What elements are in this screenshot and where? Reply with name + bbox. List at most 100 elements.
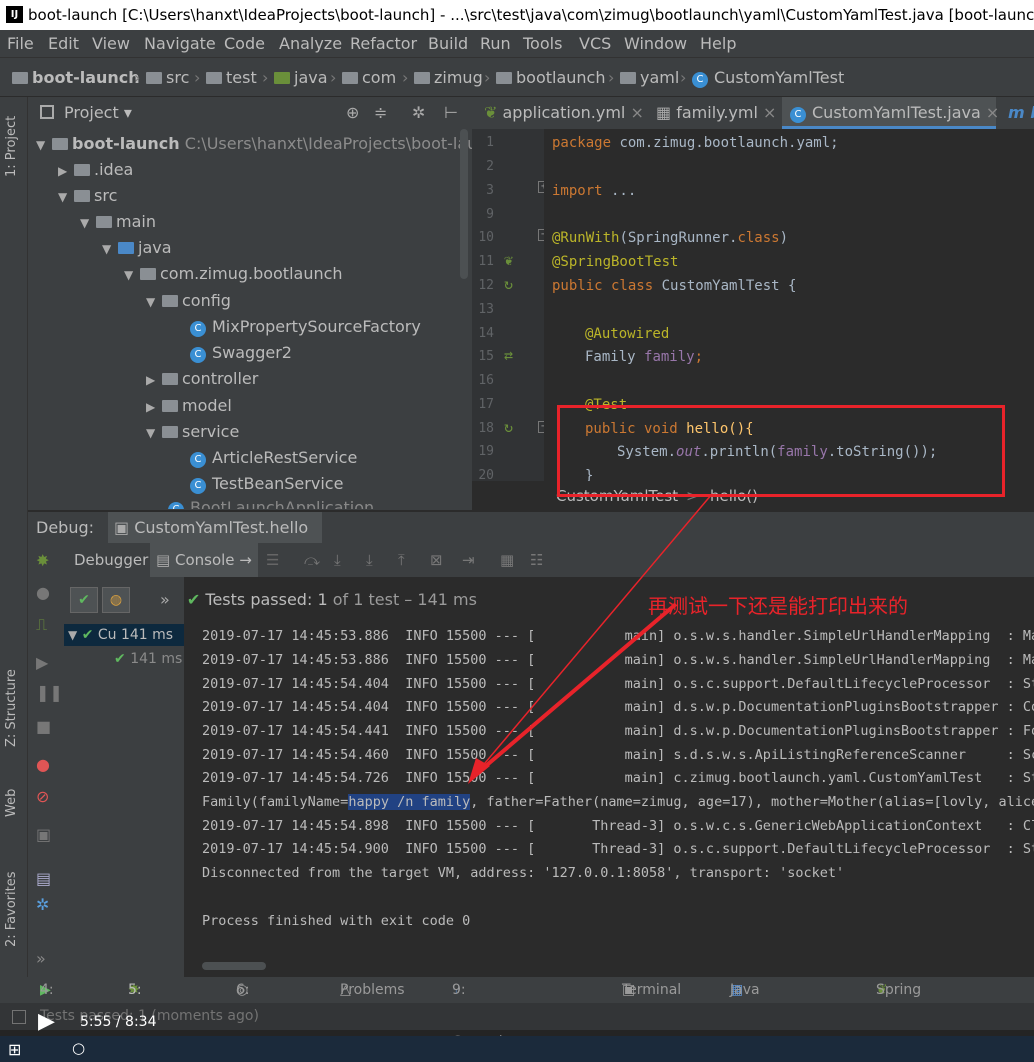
tree-item-label: MixPropertySourceFactory: [212, 317, 421, 336]
code-token: ...: [602, 183, 637, 199]
settings-icon[interactable]: ✲: [36, 895, 56, 915]
tree-item-config[interactable]: ▼ config: [146, 288, 231, 314]
gear-icon[interactable]: ✲: [412, 97, 425, 129]
crumb-test[interactable]: test: [206, 58, 257, 98]
crumb-src[interactable]: src: [146, 58, 189, 98]
modify-config-icon[interactable]: ●: [36, 583, 56, 603]
step-over-icon[interactable]: ⤼: [304, 543, 320, 577]
play-icon[interactable]: ▶: [38, 1009, 55, 1034]
code-token: @Autowired: [585, 326, 670, 342]
menu-run[interactable]: Run: [480, 30, 511, 57]
tree-item-swagger2[interactable]: C Swagger2: [190, 340, 292, 366]
test-node-root[interactable]: ▼ ✔ Cu 141 ms: [64, 624, 184, 646]
tab-console[interactable]: ▤ Console →: [150, 543, 258, 577]
run-test-icon[interactable]: ↻: [504, 275, 513, 293]
menu-vcs[interactable]: VCS: [579, 30, 611, 57]
console-icon: ▤: [156, 551, 171, 569]
crumb-class[interactable]: C CustomYamlTest: [692, 58, 844, 98]
debug-session-tab[interactable]: ▣ CustomYamlTest.hello ×: [108, 512, 322, 569]
tree-item-controller[interactable]: ▶ controller: [146, 366, 258, 392]
close-icon[interactable]: ×: [630, 103, 643, 122]
tree-item-testbeanservice[interactable]: C TestBeanService: [190, 471, 343, 497]
crumb-zimug[interactable]: zimug: [414, 58, 483, 98]
step-out-icon[interactable]: ⤒: [398, 543, 405, 577]
tab-more[interactable]: m b: [1000, 97, 1034, 129]
more-icon[interactable]: »: [36, 949, 56, 969]
tree-item-articlerestservice[interactable]: C ArticleRestService: [190, 445, 357, 471]
layout-icon[interactable]: ▤: [36, 869, 56, 889]
menu-edit[interactable]: Edit: [48, 30, 79, 57]
tree-item-src[interactable]: ▼ src: [58, 183, 117, 209]
code-token: @SpringBootTest: [552, 254, 679, 270]
tree-item-model[interactable]: ▶ model: [146, 393, 232, 419]
step-into-icon[interactable]: ⤓: [334, 543, 341, 577]
debug-session-label: CustomYamlTest.hello: [134, 518, 309, 537]
hide-panel-icon[interactable]: ⊢: [444, 97, 458, 129]
search-icon[interactable]: ○: [72, 1039, 85, 1057]
view-breakpoints-icon[interactable]: ●: [36, 755, 56, 775]
spring-bean-icon[interactable]: ❦: [504, 251, 513, 269]
restore-layout-icon[interactable]: ⎍: [36, 615, 56, 635]
tab-application-yml[interactable]: ❦ application.yml ×: [476, 97, 644, 129]
collapse-all-icon[interactable]: ≑: [374, 97, 387, 129]
show-passed-icon[interactable]: ✔: [70, 587, 98, 613]
class-icon: C: [168, 502, 184, 509]
resume-icon[interactable]: ▶: [36, 653, 56, 673]
code-token: class: [737, 230, 780, 246]
test-node-child[interactable]: ✔ 141 ms: [114, 648, 182, 670]
menu-refactor[interactable]: Refactor: [350, 30, 417, 57]
crumb-separator: ›: [608, 68, 615, 87]
mute-breakpoints-icon[interactable]: ⊘: [36, 787, 56, 807]
tab-debugger[interactable]: Debugger: [74, 543, 148, 577]
force-step-into-icon[interactable]: ⤓: [366, 543, 373, 577]
project-view-selector[interactable]: Project ▾: [64, 97, 132, 129]
crumb-com[interactable]: com: [342, 58, 396, 98]
collapsed-arrow-icon: ▶: [146, 373, 156, 387]
close-icon[interactable]: ×: [763, 103, 776, 122]
close-icon[interactable]: ×: [986, 103, 999, 122]
package-icon: [162, 295, 178, 307]
tab-web-tool[interactable]: Web: [4, 789, 19, 817]
stop-icon[interactable]: ■: [36, 717, 56, 737]
tab-project-tool[interactable]: 1: Project: [4, 116, 19, 177]
tree-item-root[interactable]: ▼ boot-launch C:\Users\hanxt\IdeaProjects…: [36, 131, 472, 157]
tree-item-service[interactable]: ▼ service: [146, 419, 239, 445]
tree-scrollbar[interactable]: [460, 129, 468, 279]
crumb-project[interactable]: boot-launch: [12, 58, 140, 98]
locate-icon[interactable]: ⊕: [346, 97, 359, 129]
tab-structure-tool[interactable]: Z: Structure: [4, 669, 19, 747]
menu-file[interactable]: File: [7, 30, 34, 57]
tree-item-mixpropertysourcefactory[interactable]: C MixPropertySourceFactory: [190, 314, 421, 340]
tree-item-java[interactable]: ▼ java: [102, 235, 172, 261]
show-ignored-icon[interactable]: ◍: [102, 587, 130, 613]
tree-item-main[interactable]: ▼ main: [80, 209, 156, 235]
tab-favorites-tool[interactable]: 2: Favorites: [4, 871, 19, 947]
autowired-navigate-icon[interactable]: ⇄: [504, 346, 513, 364]
show-execution-point-icon[interactable]: ☰: [266, 543, 279, 577]
menu-window[interactable]: Window: [624, 30, 687, 57]
pause-icon[interactable]: ❚❚: [36, 683, 63, 703]
tab-family-yml[interactable]: ▦ family.yml ×: [648, 97, 776, 129]
menu-build[interactable]: Build: [428, 30, 468, 57]
code-token: public class: [552, 278, 654, 294]
tree-item-idea[interactable]: ▶ .idea: [58, 157, 133, 183]
menu-navigate[interactable]: Navigate: [144, 30, 216, 57]
tab-customyamltest-java[interactable]: C CustomYamlTest.java ×: [782, 97, 999, 129]
menu-view[interactable]: View: [92, 30, 130, 57]
console-scrollbar[interactable]: [202, 962, 266, 970]
run-test-icon[interactable]: ↻: [504, 418, 513, 436]
menu-analyze[interactable]: Analyze: [279, 30, 342, 57]
crumb-java[interactable]: java: [274, 58, 328, 98]
crumb-yaml[interactable]: yaml: [620, 58, 679, 98]
get-thread-dump-icon[interactable]: ▣: [36, 825, 56, 845]
navigation-breadcrumb: boot-launch › src › test › java › com › …: [0, 57, 1034, 97]
code-line-1: package com.zimug.bootlaunch.yaml;: [552, 135, 839, 151]
menu-help[interactable]: Help: [700, 30, 736, 57]
windows-start-icon[interactable]: ⊞: [8, 1040, 21, 1059]
tree-item-package[interactable]: ▼ com.zimug.bootlaunch: [124, 261, 343, 287]
rerun-debug-icon[interactable]: ✸: [36, 551, 56, 571]
menu-code[interactable]: Code: [224, 30, 265, 57]
tree-item-bootlaunchapplication[interactable]: C BootLaunchApplication: [168, 495, 374, 509]
menu-tools[interactable]: Tools: [523, 30, 562, 57]
crumb-bootlaunch[interactable]: bootlaunch: [496, 58, 605, 98]
